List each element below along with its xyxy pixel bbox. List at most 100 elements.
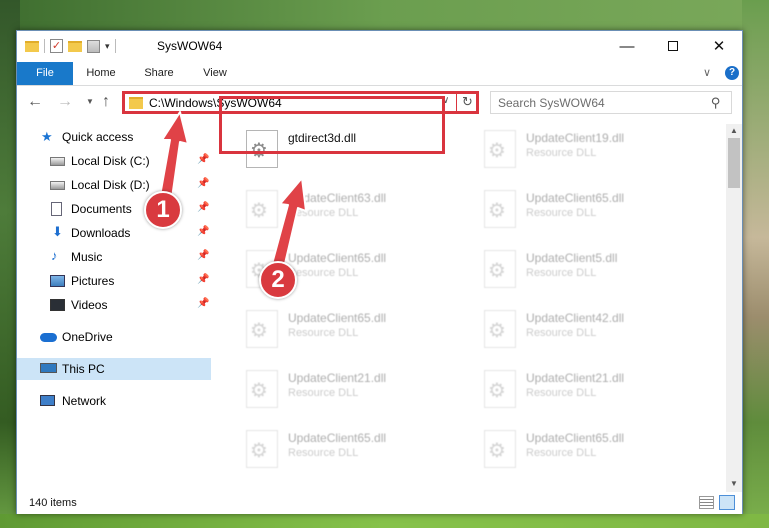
dll-file-icon: ⚙ [246, 370, 278, 408]
file-item[interactable]: ⚙ UpdateClient63.dll Resource DLL [240, 186, 466, 242]
sidebar-item-label: Music [71, 250, 103, 264]
dll-file-icon: ⚙ [484, 370, 516, 408]
expand-ribbon-icon[interactable]: ∨ [703, 66, 711, 79]
scroll-up-icon[interactable]: ▲ [730, 126, 738, 135]
pin-icon[interactable]: 📌 [197, 178, 209, 189]
network-icon [40, 395, 55, 406]
refresh-icon[interactable]: ↻ [462, 94, 473, 110]
pin-icon[interactable]: 📌 [197, 298, 209, 309]
sidebar-item-label: Quick access [62, 130, 134, 144]
vertical-scrollbar[interactable]: ▲ ▼ [726, 124, 742, 492]
minimize-button[interactable]: — [604, 31, 650, 61]
sidebar-item-label: Videos [71, 298, 108, 312]
file-item[interactable]: ⚙ UpdateClient5.dll Resource DLL [478, 246, 704, 302]
file-type: Resource DLL [288, 387, 359, 399]
scroll-down-icon[interactable]: ▼ [730, 479, 738, 488]
gear-icon: ⚙ [250, 320, 268, 342]
file-item[interactable]: ⚙ UpdateClient42.dll Resource DLL [478, 306, 704, 362]
step-marker-2: 2 [259, 261, 297, 299]
tab-view[interactable]: View [197, 62, 233, 85]
scrollbar-thumb[interactable] [728, 138, 740, 188]
sidebar-item-quick-access[interactable]: ★ Quick access [17, 126, 211, 148]
file-name: UpdateClient63.dll [288, 191, 387, 205]
videos-icon [50, 299, 65, 311]
tab-home[interactable]: Home [79, 62, 123, 85]
pin-icon[interactable]: 📌 [197, 250, 209, 261]
search-placeholder: Search SysWOW64 [498, 96, 605, 110]
file-item[interactable]: ⚙ UpdateClient21.dll Resource DLL [478, 366, 704, 422]
item-count: 140 items [29, 497, 77, 509]
up-arrow-icon[interactable]: ↑ [102, 93, 110, 111]
gear-icon: ⚙ [250, 440, 268, 462]
sidebar-item-pictures[interactable]: Pictures 📌 [17, 270, 211, 292]
sidebar-item-local-disk-c[interactable]: Local Disk (C:) 📌 [17, 150, 211, 172]
sidebar-item-local-disk-d[interactable]: Local Disk (D:) 📌 [17, 174, 211, 196]
drive-icon [50, 181, 65, 190]
divider [114, 39, 116, 53]
computer-icon [40, 363, 57, 373]
star-icon: ★ [41, 129, 53, 144]
drive-icon [50, 157, 65, 166]
file-item[interactable]: ⚙ UpdateClient65.dll Resource DLL [240, 306, 466, 362]
sidebar-item-label: Network [62, 394, 107, 408]
gear-icon: ⚙ [488, 320, 506, 342]
properties-check-icon[interactable]: ✓ [50, 39, 63, 53]
tiles-view-icon[interactable] [719, 495, 735, 510]
sidebar-item-onedrive[interactable]: OneDrive [17, 326, 211, 348]
close-button[interactable]: ✕ [696, 31, 742, 61]
file-type: Resource DLL [526, 447, 597, 459]
sidebar-item-label: Local Disk (C:) [71, 154, 150, 168]
file-name: UpdateClient19.dll [526, 131, 625, 145]
search-icon[interactable]: ⚲ [711, 95, 721, 111]
back-arrow-icon[interactable]: ← [27, 93, 43, 111]
details-view-icon[interactable] [699, 496, 714, 509]
desktop-background-bottom [0, 514, 769, 528]
sidebar-item-network[interactable]: Network [17, 390, 211, 412]
gear-icon: ⚙ [250, 200, 268, 222]
sidebar-item-music[interactable]: ♪ Music 📌 [17, 246, 211, 268]
recent-locations-icon[interactable]: ▼ [86, 97, 94, 106]
pin-icon[interactable]: 📌 [197, 226, 209, 237]
search-input[interactable]: Search SysWOW64 ⚲ [490, 91, 732, 114]
dll-file-icon: ⚙ [246, 430, 278, 468]
file-item[interactable]: ⚙ UpdateClient65.dll Resource DLL [240, 426, 466, 482]
step-marker-1: 1 [144, 191, 182, 229]
sidebar-item-this-pc[interactable]: This PC [17, 358, 211, 380]
customize-icon[interactable] [87, 39, 100, 53]
folder-icon [129, 97, 143, 109]
download-icon: ⬇ [52, 224, 63, 239]
sidebar-item-videos[interactable]: Videos 📌 [17, 294, 211, 316]
maximize-button[interactable] [650, 31, 696, 61]
documents-icon [51, 202, 62, 216]
desktop-background-right [742, 0, 769, 528]
title-bar[interactable]: ✓ ▾ SysWOW64 — ✕ [17, 31, 742, 62]
gear-icon: ⚙ [488, 380, 506, 402]
sidebar-item-label: Local Disk (D:) [71, 178, 150, 192]
pin-icon[interactable]: 📌 [197, 274, 209, 285]
file-item[interactable]: ⚙ UpdateClient65.dll Resource DLL [478, 186, 704, 242]
sidebar-item-label: This PC [62, 362, 105, 376]
file-type: Resource DLL [288, 267, 359, 279]
file-item[interactable]: ⚙ UpdateClient65.dll Resource DLL [478, 426, 704, 482]
new-folder-icon[interactable] [68, 40, 82, 52]
gear-icon: ⚙ [488, 260, 506, 282]
file-item[interactable]: ⚙ UpdateClient19.dll Resource DLL [478, 126, 704, 182]
dll-file-icon: ⚙ [484, 430, 516, 468]
divider [44, 39, 45, 53]
tab-share[interactable]: Share [139, 62, 179, 85]
file-type: Resource DLL [526, 387, 597, 399]
pin-icon[interactable]: 📌 [197, 154, 209, 165]
sidebar-item-label: Pictures [71, 274, 115, 288]
file-item[interactable]: ⚙ UpdateClient21.dll Resource DLL [240, 366, 466, 422]
file-name: UpdateClient65.dll [526, 431, 625, 445]
file-type: Resource DLL [526, 267, 597, 279]
help-icon[interactable]: ? [725, 66, 739, 80]
forward-arrow-icon[interactable]: → [57, 93, 73, 111]
sidebar-item-label: Documents [71, 202, 132, 216]
sidebar-item-label: Downloads [71, 226, 131, 240]
pin-icon[interactable]: 📌 [197, 202, 209, 213]
pictures-icon [50, 275, 65, 287]
tab-file[interactable]: File [17, 62, 73, 85]
chevron-down-icon[interactable]: ▾ [105, 41, 110, 52]
sidebar-item-downloads[interactable]: ⬇ Downloads 📌 [17, 222, 211, 244]
